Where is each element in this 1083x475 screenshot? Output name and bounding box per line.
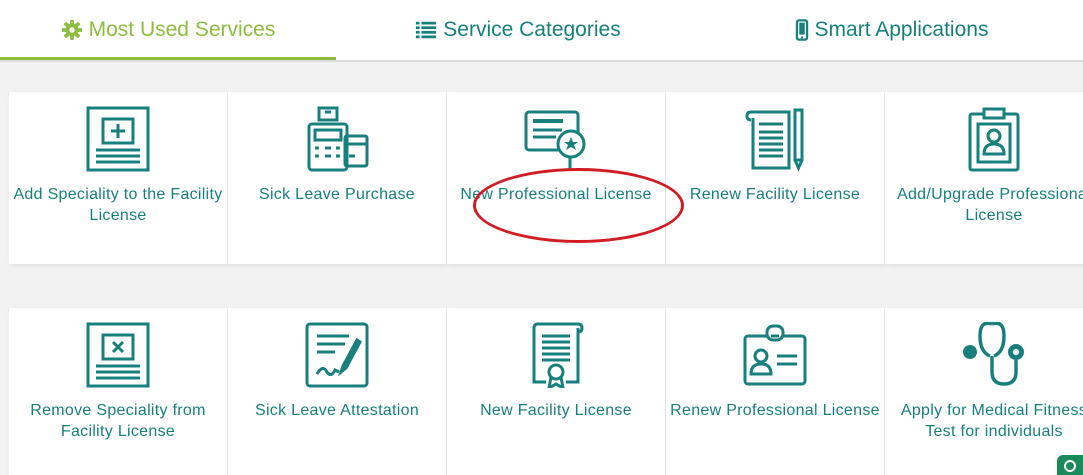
service-card-renew-professional-license[interactable]: Renew Professional License	[666, 308, 884, 475]
service-label: Remove Speciality from Facility License	[30, 402, 206, 440]
service-label: Sick Leave Attestation	[254, 402, 420, 419]
service-card-sick-leave-attestation[interactable]: Sick Leave Attestation	[228, 308, 446, 475]
tab-label: Service Categories	[443, 18, 621, 41]
service-card-renew-facility-license[interactable]: Renew Facility License	[666, 92, 884, 264]
service-label: Sick Leave Purchase	[258, 186, 415, 203]
gear-icon	[61, 19, 82, 41]
service-label: New Professional License	[460, 186, 652, 203]
tab-label: Most Used Services	[88, 18, 276, 41]
id-badge-icon	[743, 324, 807, 386]
service-label: New Facility License	[480, 402, 632, 419]
clipboard-user-icon	[968, 107, 1020, 172]
service-label: Renew Facility License	[689, 186, 861, 203]
mobile-icon	[795, 19, 808, 41]
remove-document-icon	[86, 322, 150, 388]
tab-label: Smart Applications	[814, 18, 989, 41]
tab-most-used-services[interactable]: Most Used Services	[0, 0, 336, 60]
list-icon	[416, 21, 437, 39]
service-card-add-upgrade-professional-license[interactable]: Add/Upgrade Professional License	[885, 92, 1083, 264]
service-card-medical-fitness-test[interactable]: Apply for Medical Fitness Test for indiv…	[885, 308, 1083, 475]
tab-smart-applications[interactable]: Smart Applications	[700, 0, 1083, 60]
tab-service-categories[interactable]: Service Categories	[336, 0, 700, 60]
chat-button[interactable]	[1057, 455, 1083, 475]
scroll-pen-icon	[745, 108, 804, 172]
service-card-add-speciality[interactable]: Add Speciality to the Facility License	[9, 92, 227, 264]
service-label: Apply for Medical Fitness Test for indiv…	[900, 402, 1083, 440]
cash-register-icon	[307, 106, 369, 172]
services-tab-bar: Most Used Services Service Categories Sm…	[0, 0, 1083, 62]
signed-document-icon	[305, 322, 369, 388]
add-document-icon	[86, 106, 150, 172]
service-label: Renew Professional License	[670, 402, 880, 419]
service-label: Add/Upgrade Professional License	[897, 186, 1083, 224]
service-card-new-facility-license[interactable]: New Facility License	[447, 308, 665, 475]
service-label: Add Speciality to the Facility License	[13, 186, 223, 224]
active-tab-indicator	[0, 57, 336, 60]
service-card-sick-leave-purchase[interactable]: Sick Leave Purchase	[228, 92, 446, 264]
scroll-seal-icon	[532, 322, 584, 388]
certificate-icon	[524, 110, 586, 170]
stethoscope-icon	[963, 322, 1024, 386]
service-card-new-professional-license[interactable]: New Professional License	[447, 92, 665, 264]
service-card-remove-speciality[interactable]: Remove Speciality from Facility License	[9, 308, 227, 475]
chat-icon	[1064, 460, 1076, 472]
